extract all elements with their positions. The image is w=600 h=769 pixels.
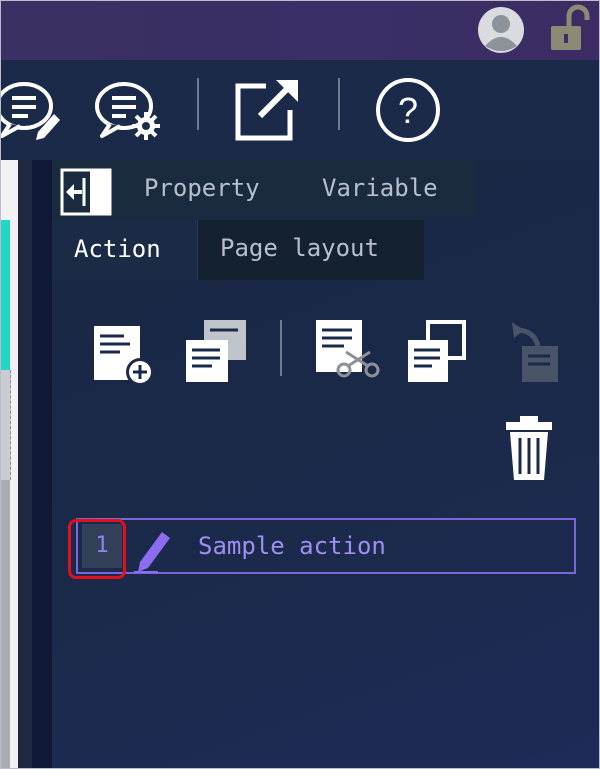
left-canvas-strip bbox=[0, 160, 32, 769]
pen-icon-highlight bbox=[68, 519, 126, 579]
action-name: Sample action bbox=[198, 532, 386, 560]
canvas-gray-block bbox=[0, 370, 11, 480]
app-window: ? Property Variable Action Page layout 1… bbox=[0, 0, 600, 769]
main-toolbar: ? bbox=[0, 60, 600, 161]
canvas-teal-block bbox=[0, 220, 10, 370]
list-item[interactable]: 1 Sample action bbox=[76, 518, 576, 574]
unlocked-padlock-icon[interactable] bbox=[545, 4, 593, 54]
paste-action-icon bbox=[512, 322, 558, 382]
tab-property[interactable]: Property bbox=[144, 174, 260, 202]
canvas-gray-block bbox=[0, 480, 10, 769]
side-panel: Property Variable Action Page layout 1 S… bbox=[52, 160, 600, 769]
delete-action-icon[interactable] bbox=[496, 414, 566, 484]
comment-edit-icon[interactable] bbox=[0, 74, 62, 144]
add-action-icon[interactable] bbox=[90, 320, 160, 390]
canvas-shadow bbox=[18, 160, 32, 769]
collapse-panel-icon[interactable] bbox=[60, 168, 112, 216]
tab-variable[interactable]: Variable bbox=[322, 174, 438, 202]
title-bar bbox=[0, 0, 600, 61]
pen-icon[interactable] bbox=[122, 522, 178, 580]
open-external-icon[interactable] bbox=[232, 74, 302, 144]
cut-action-icon[interactable] bbox=[314, 318, 384, 388]
comment-settings-icon[interactable] bbox=[92, 74, 162, 144]
copy-action-icon[interactable] bbox=[404, 318, 474, 388]
toolbar-separator bbox=[338, 78, 340, 130]
panel-divider[interactable] bbox=[32, 160, 52, 769]
toolbar-separator bbox=[197, 78, 199, 130]
svg-text:?: ? bbox=[398, 90, 418, 131]
tab-page-layout[interactable]: Page layout bbox=[220, 234, 379, 262]
tab-row-top: Property Variable bbox=[52, 160, 477, 218]
help-icon[interactable]: ? bbox=[372, 74, 442, 144]
duplicate-action-icon[interactable] bbox=[182, 318, 252, 388]
tab-action[interactable]: Action bbox=[52, 220, 198, 280]
user-avatar-icon[interactable] bbox=[477, 6, 525, 54]
action-toolbar-separator bbox=[280, 320, 282, 376]
